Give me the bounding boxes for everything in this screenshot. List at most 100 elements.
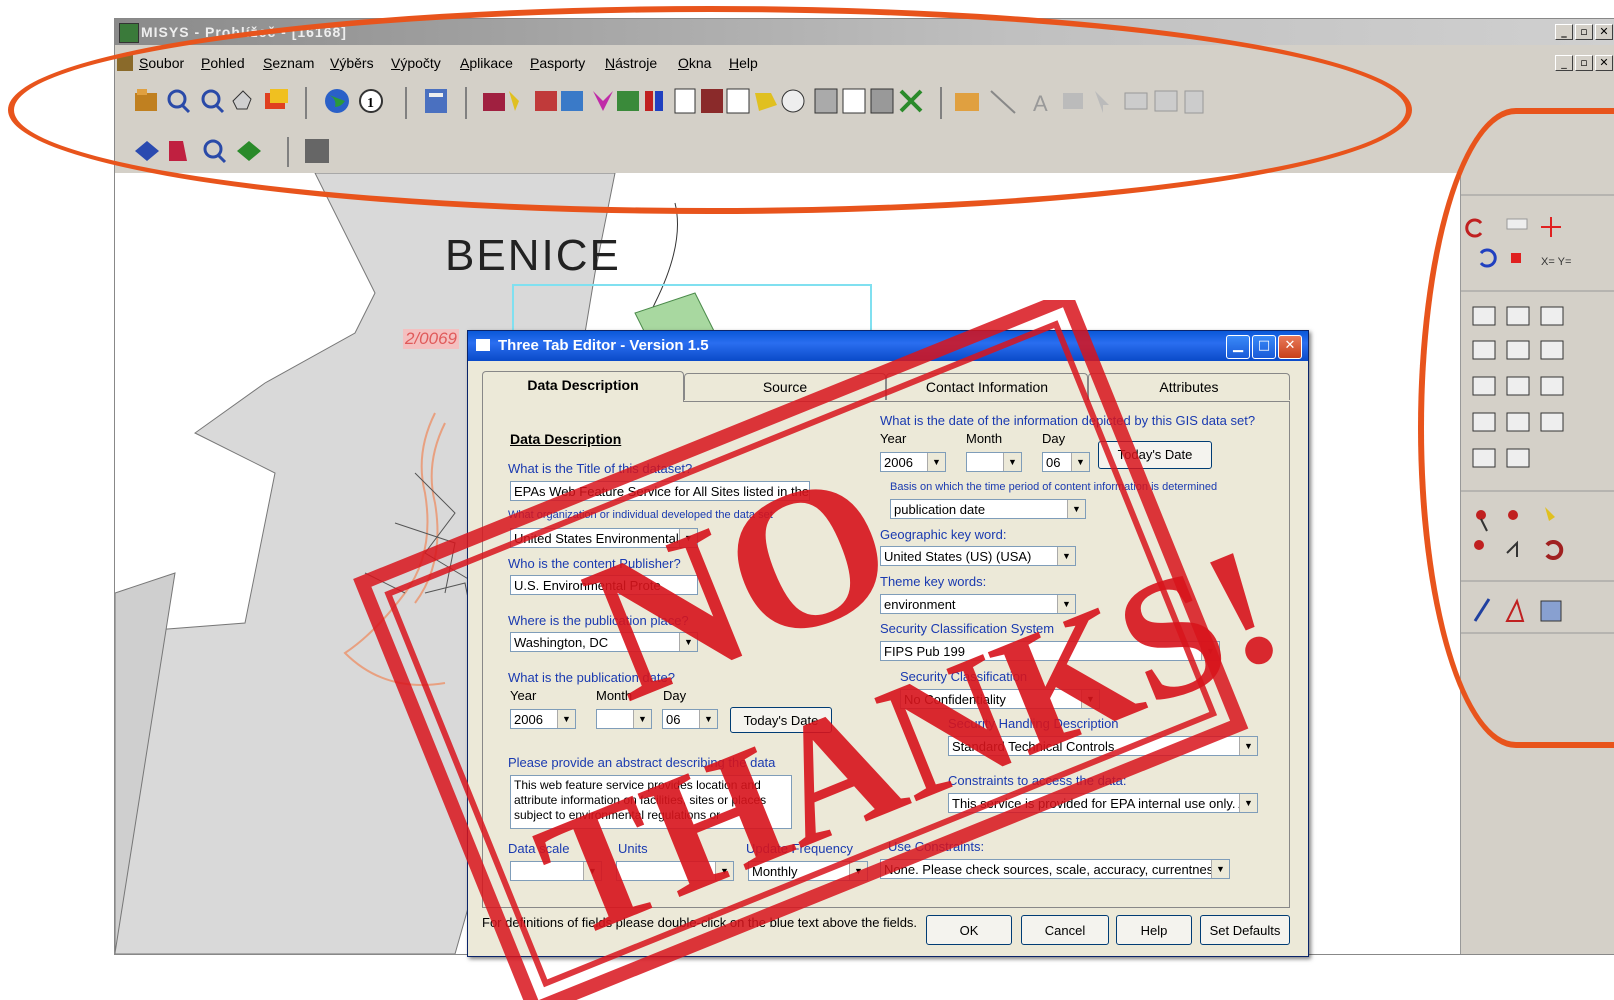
use-constraints-question[interactable]: Use Constraints:: [888, 839, 984, 854]
access-question[interactable]: Constraints to access the data:: [948, 773, 1126, 788]
set-defaults-button[interactable]: Set Defaults: [1200, 915, 1290, 945]
menu-pasporty[interactable]: Pasporty: [530, 55, 585, 71]
chevron-down-icon[interactable]: ▼: [1071, 453, 1089, 471]
close-button[interactable]: ✕: [1595, 24, 1613, 40]
security-handling-select[interactable]: Standard Technical Controls ▼: [948, 736, 1258, 756]
doc-maximize-button[interactable]: ▫: [1575, 55, 1593, 71]
menu-vypocty[interactable]: Výpočty: [391, 55, 441, 71]
menu-soubor[interactable]: Soubor: [139, 55, 184, 71]
publisher-field[interactable]: U.S. Environmental Prote: [510, 575, 698, 595]
geo-keyword-question[interactable]: Geographic key word:: [880, 527, 1006, 542]
geo-keyword-select[interactable]: United States (US) (USA) ▼: [880, 546, 1076, 566]
chevron-down-icon[interactable]: ▼: [679, 633, 697, 651]
chevron-down-icon[interactable]: ▼: [1211, 860, 1229, 878]
security-system-question[interactable]: Security Classification System: [880, 621, 1054, 636]
menu-nastroje[interactable]: Nástroje: [605, 55, 657, 71]
security-handling-value: Standard Technical Controls: [952, 739, 1115, 754]
chevron-down-icon[interactable]: ▼: [1057, 547, 1075, 565]
abstract-textarea[interactable]: This web feature service provides locati…: [510, 775, 792, 829]
theme-keyword-question[interactable]: Theme key words:: [880, 574, 986, 589]
dialog-titlebar: Three Tab Editor - Version 1.5 ▁ □ ✕: [468, 331, 1308, 361]
chevron-down-icon[interactable]: ▼: [679, 529, 697, 547]
chevron-down-icon[interactable]: ▼: [1239, 737, 1257, 755]
todays-date-button[interactable]: Today's Date: [730, 707, 832, 733]
menu-help[interactable]: Help: [729, 55, 758, 71]
text-field-icon: [1506, 218, 1528, 230]
minimize-button[interactable]: _: [1555, 24, 1573, 40]
chevron-down-icon[interactable]: ▼: [557, 710, 575, 728]
ok-button[interactable]: OK: [926, 915, 1012, 945]
pub-month-select[interactable]: ▼: [596, 709, 652, 729]
menu-pohled[interactable]: Pohled: [201, 55, 245, 71]
cancel-button[interactable]: Cancel: [1021, 915, 1109, 945]
place-value: Washington, DC: [514, 635, 609, 650]
publisher-question[interactable]: Who is the content Publisher?: [508, 556, 681, 571]
doc-close-button[interactable]: ✕: [1595, 55, 1613, 71]
update-value: Monthly: [752, 864, 798, 879]
theme-keyword-select[interactable]: environment ▼: [880, 594, 1076, 614]
update-select[interactable]: Monthly ▼: [748, 861, 868, 881]
title-field[interactable]: EPAs Web Feature Service for All Sites l…: [510, 481, 810, 501]
footer-note: For definitions of fields please double-…: [482, 915, 918, 930]
pub-day-label: Day: [663, 688, 687, 703]
units-select[interactable]: ▼: [616, 861, 734, 881]
info-month-select[interactable]: ▼: [966, 452, 1022, 472]
chevron-down-icon[interactable]: ▼: [1201, 642, 1219, 660]
place-question[interactable]: Where is the publication place?: [508, 613, 689, 628]
security-class-question[interactable]: Security Classification: [900, 669, 1027, 684]
security-handling-question[interactable]: Security Handling Description: [948, 716, 1119, 731]
basis-value: publication date: [894, 502, 986, 517]
access-select[interactable]: This service is provided for EPA interna…: [948, 793, 1258, 813]
doc-minimize-button[interactable]: _: [1555, 55, 1573, 71]
use-constraints-select[interactable]: None. Please check sources, scale, accur…: [880, 859, 1230, 879]
maximize-button[interactable]: ▫: [1575, 24, 1593, 40]
app-icon: [119, 23, 139, 43]
pub-day-select[interactable]: 06 ▼: [662, 709, 718, 729]
security-system-value: FIPS Pub 199: [884, 644, 965, 659]
chevron-down-icon[interactable]: ▼: [1067, 500, 1085, 518]
scale-question[interactable]: Data scale: [508, 841, 569, 856]
scale-select[interactable]: ▼: [510, 861, 602, 881]
menu-aplikace[interactable]: Aplikace: [460, 55, 513, 71]
tab-data-description[interactable]: Data Description: [482, 371, 684, 402]
help-button[interactable]: Help: [1116, 915, 1192, 945]
organization-question[interactable]: What organization or individual develope…: [508, 509, 773, 521]
place-field[interactable]: Washington, DC ▼: [510, 632, 698, 652]
abstract-question[interactable]: Please provide an abstract describing th…: [508, 755, 775, 770]
title-question[interactable]: What is the Title of this dataset?: [508, 461, 692, 476]
menu-okna[interactable]: Okna: [678, 55, 711, 71]
basis-select[interactable]: publication date ▼: [890, 499, 1086, 519]
chevron-down-icon[interactable]: ▼: [1081, 690, 1099, 708]
units-question[interactable]: Units: [618, 841, 648, 856]
tab-contact-information[interactable]: Contact Information: [886, 373, 1088, 400]
security-class-select[interactable]: No Confidentiality ▼: [900, 689, 1100, 709]
chevron-down-icon[interactable]: ▼: [1239, 794, 1257, 812]
basis-question[interactable]: Basis on which the time period of conten…: [890, 481, 1217, 493]
update-question[interactable]: Update Frequency: [746, 841, 853, 856]
menu-seznam[interactable]: Seznam: [263, 55, 314, 71]
info-year-select[interactable]: 2006 ▼: [880, 452, 946, 472]
infodate-question[interactable]: What is the date of the information depi…: [880, 413, 1255, 428]
dialog-maximize-button[interactable]: □: [1252, 335, 1276, 359]
chevron-down-icon[interactable]: ▼: [583, 862, 601, 880]
security-system-select[interactable]: FIPS Pub 199 ▼: [880, 641, 1220, 661]
todays-date-button-2[interactable]: Today's Date: [1098, 441, 1212, 469]
tab-source[interactable]: Source: [684, 373, 886, 400]
chevron-down-icon[interactable]: ▼: [1057, 595, 1075, 613]
chevron-down-icon[interactable]: ▼: [927, 453, 945, 471]
chevron-down-icon[interactable]: ▼: [849, 862, 867, 880]
pubdate-question[interactable]: What is the publication date?: [508, 670, 675, 685]
pub-year-select[interactable]: 2006 ▼: [510, 709, 576, 729]
info-day-select[interactable]: 06 ▼: [1042, 452, 1090, 472]
chevron-down-icon[interactable]: ▼: [715, 862, 733, 880]
chevron-down-icon[interactable]: ▼: [633, 710, 651, 728]
dialog-minimize-button[interactable]: ▁: [1226, 335, 1250, 359]
organization-field[interactable]: United States Environmental ▼: [510, 528, 698, 548]
undo-icon: [1465, 218, 1483, 238]
chevron-down-icon[interactable]: ▼: [699, 710, 717, 728]
chevron-down-icon[interactable]: ▼: [1003, 453, 1021, 471]
dialog-close-button[interactable]: ✕: [1278, 335, 1302, 359]
database-icon: [425, 89, 447, 113]
tab-attributes[interactable]: Attributes: [1088, 373, 1290, 400]
menu-vybery[interactable]: Výběrs: [330, 55, 374, 71]
